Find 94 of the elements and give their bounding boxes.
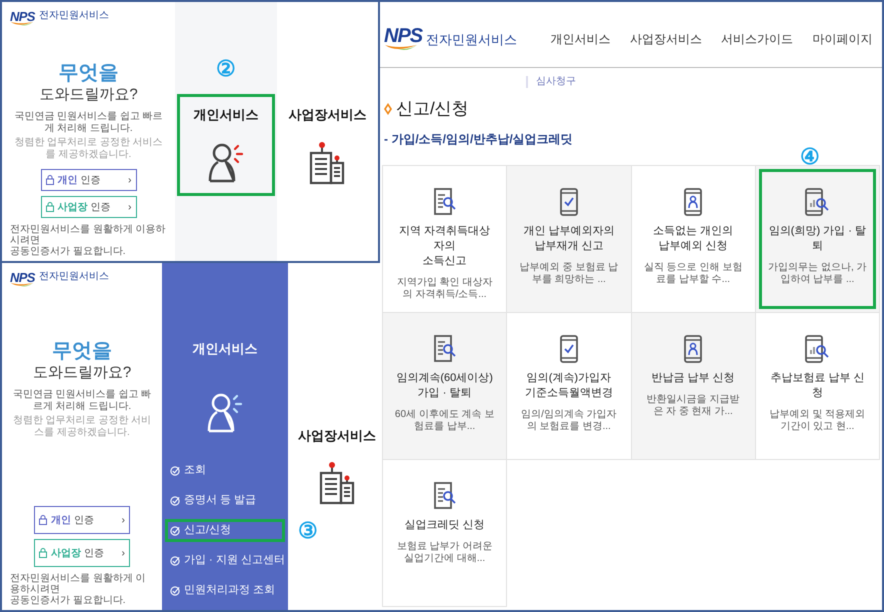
card-description: 60세 이후에도 계속 보험료를 납부... [394,409,496,433]
service-card[interactable]: 임의(희망) 가입 · 탈퇴 가입의무는 없으나, 가입하여 납부를 ... [756,166,880,313]
headline: 무엇을 [52,339,112,363]
nav-link[interactable]: 마이페이지 [812,30,872,48]
service-option[interactable]: 개인서비스 [176,94,275,196]
site-name: 전자민원서비스 [38,272,109,282]
auth-button[interactable]: 개인 인증 › [40,169,136,191]
certificate-note: 전자민원서비스를 원활하게 이용하시려면 공동인증서가 필요합니다. [10,573,147,606]
service-menu-item[interactable]: 신고/신청 [165,519,285,542]
service-title: 개인서비스 [192,340,258,358]
document-search-icon [434,482,456,510]
service-menu-item[interactable]: 가입 · 지원 신고센터 [165,549,285,572]
nav-link[interactable]: 사업장서비스 [630,30,702,48]
card-description: 임의/임의계속 가입자의 보험료를 변경... [520,409,618,433]
building-icon [308,140,346,184]
service-title: 사업장서비스 [288,106,366,124]
document-search-icon [434,335,456,363]
service-option[interactable]: 사업장서비스 [288,414,386,518]
phone-chart-search-icon [805,188,830,216]
check-circle-icon [170,466,180,476]
card-title: 임의(계속)가입자 기준소득월액변경 [524,371,613,401]
document-search-icon [434,188,456,216]
card-title: 추납보험료 납부 신청 [769,371,866,401]
intro-text: 청렴한 업무처리로 공정한 서비스를 제공하겠습니다. [12,415,152,439]
service-panel[interactable]: 개인서비스 조회 증명서 등 발급 신고/신청 가입 · 지원 신고센터 민원처리과정 조회 [162,263,288,610]
card-title: 반납금 납부 신청 [652,371,735,386]
diamond-icon [384,102,392,115]
intro-text: 국민연금 민원서비스를 쉽고 빠르게 처리해 드립니다. [12,389,152,413]
certificate-note: 전자민원서비스를 원활하게 이용하시려면 공동인증서가 필요합니다. [10,224,167,257]
phone-check-icon [560,188,578,216]
lock-icon [39,515,47,525]
phone-person-icon [684,335,702,363]
auth-button[interactable]: 사업장 인증 › [40,196,136,218]
card-description: 납부예외 및 적용제외 기간이 있고 현... [768,409,866,433]
card-description: 가입의무는 없으나, 가입하여 납부를 ... [767,262,868,286]
card-title: 지역 자격취득대상자의 소득신고 [398,224,492,269]
card-title: 개인 납부예외자의 납부재개 신고 [523,224,614,254]
service-option[interactable]: 사업장서비스 [278,94,376,198]
auth-button[interactable]: 사업장 인증 › [34,539,130,567]
card-description: 지역가입 확인 대상자의 자격취득/소득... [396,277,494,301]
check-circle-icon [170,586,180,596]
card-title: 소득없는 개인의 납부예외 신청 [653,224,734,254]
nav-link[interactable]: 서비스가이드 [721,30,794,48]
card-title: 실업크레딧 신청 [404,518,485,533]
phone-chart-search-icon [805,335,830,363]
building-icon [318,461,356,506]
card-description: 실직 등으로 인해 보험료를 납부할 수... [642,262,744,286]
subheadline: 도와드릴까요? [39,85,138,105]
step-marker: ② [216,58,236,80]
swoosh-icon [10,282,34,288]
logo-mark: NPS [384,26,422,46]
service-title: 개인서비스 [193,106,258,124]
card-description: 납부예외 중 보험료 납부를 희망하는 ... [518,262,620,286]
service-card[interactable]: 임의(계속)가입자 기준소득월액변경 임의/임의계속 가입자의 보험료를 변경... [507,313,632,460]
phone-person-icon [684,188,702,216]
service-title: 사업장서비스 [298,426,376,445]
logo-mark: NPS [10,10,35,23]
card-description: 반환일시금을 지급받은 자 중 현재 가... [646,394,741,418]
intro-text: 청렴한 업무처리로 공정한 서비스를 제공하겠습니다. [13,137,164,161]
check-circle-icon [170,526,180,536]
swoosh-icon [10,21,34,27]
headline: 무엇을 [58,61,118,85]
service-menu-item[interactable]: 증명서 등 발급 [165,489,285,512]
card-title: 임의(희망) 가입 · 탈퇴 [768,224,867,254]
service-card[interactable]: 실업크레딧 신청 보험료 납부가 어려운 실업기간에 대해... [383,460,508,607]
lock-icon [46,175,54,185]
check-circle-icon [170,556,180,566]
card-title: 임의계속(60세이상) 가입 · 탈퇴 [395,371,494,401]
site-name: 전자민원서비스 [426,32,518,46]
lock-icon [46,202,54,212]
intro-text: 국민연금 민원서비스를 쉽고 빠르게 처리해 드립니다. [13,111,164,135]
service-card[interactable]: 지역 자격취득대상자의 소득신고 지역가입 확인 대상자의 자격취득/소득... [383,166,508,313]
step-marker: ④ [800,146,820,168]
swoosh-icon [384,44,418,52]
auth-button[interactable]: 개인 인증 › [34,506,130,534]
site-name: 전자민원서비스 [38,11,109,21]
lock-icon [39,548,47,558]
submenu-item[interactable]: 심사청구 [526,76,576,88]
page-title: 신고/신청 [396,98,469,120]
nav-link[interactable]: 개인서비스 [550,30,611,48]
logo-mark: NPS [10,271,35,284]
category-title: - 가입/소득/임의/반추납/실업크레딧 [383,130,574,148]
service-card[interactable]: 추납보험료 납부 신청 납부예외 및 적용제외 기간이 있고 현... [756,313,880,460]
service-card[interactable]: 개인 납부예외자의 납부재개 신고 납부예외 중 보험료 납부를 희망하는 ... [507,166,632,313]
service-card[interactable]: 임의계속(60세이상) 가입 · 탈퇴 60세 이후에도 계속 보험료를 납부... [383,313,508,460]
service-card[interactable]: 반납금 납부 신청 반환일시금을 지급받은 자 중 현재 가... [632,313,756,460]
service-card[interactable]: 소득없는 개인의 납부예외 신청 실직 등으로 인해 보험료를 납부할 수... [632,166,756,313]
subheadline: 도와드릴까요? [32,363,132,383]
step-marker: ③ [298,520,318,542]
service-menu-item[interactable]: 조회 [165,459,285,482]
service-menu-item[interactable]: 민원처리과정 조회 [165,579,285,602]
card-description: 보험료 납부가 어려운 실업기간에 대해... [396,541,494,565]
check-circle-icon [170,496,180,506]
phone-check-icon [560,335,578,363]
